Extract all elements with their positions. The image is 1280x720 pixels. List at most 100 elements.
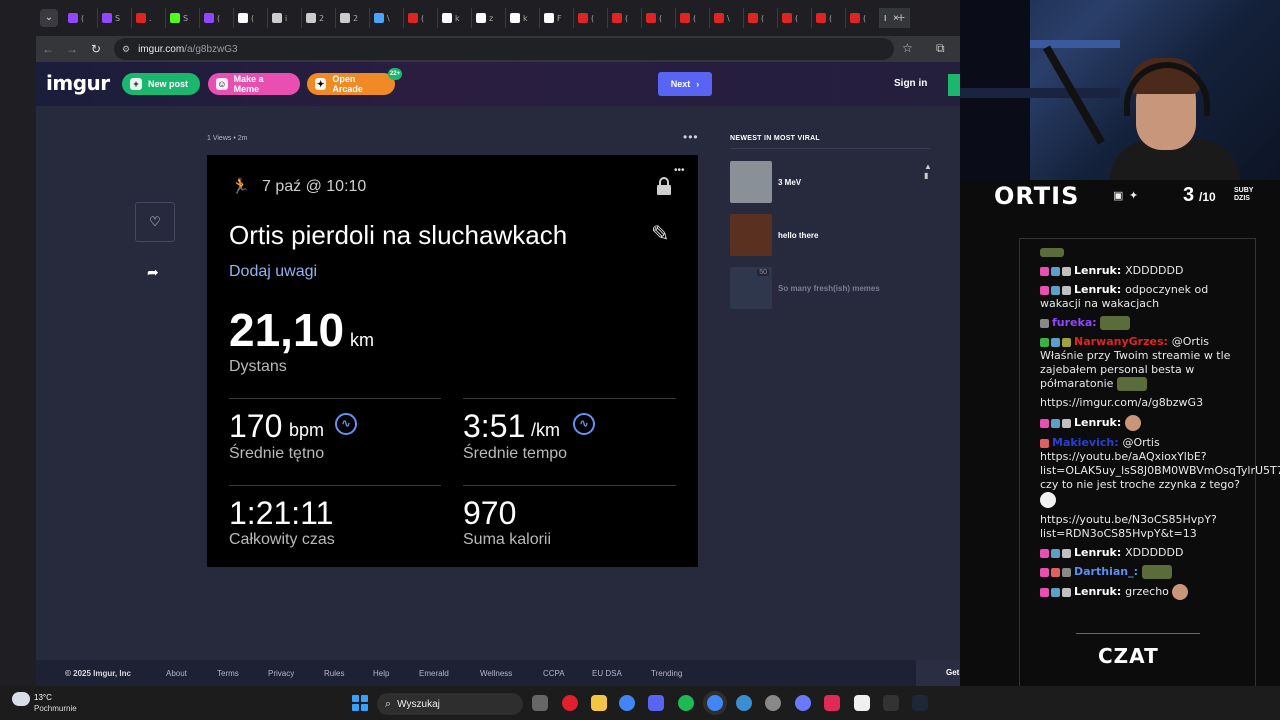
browser-tab[interactable]: ( — [608, 8, 642, 28]
tab-favicon — [646, 13, 656, 23]
browser-app-icon[interactable] — [736, 695, 752, 711]
chat-username[interactable]: Lenruk: — [1074, 546, 1125, 559]
make-meme-button[interactable]: ☺ Make a Meme — [208, 73, 300, 95]
app-icon[interactable] — [795, 695, 811, 711]
footer-link[interactable]: CCPA — [543, 669, 565, 678]
footer-link[interactable]: Terms — [217, 669, 239, 678]
heart-icon[interactable]: ♡ — [135, 202, 175, 242]
new-tab-button[interactable]: + — [897, 9, 905, 25]
footer-link[interactable]: EU DSA — [592, 669, 622, 678]
imgur-logo[interactable]: imgur — [46, 71, 110, 95]
divider — [229, 398, 441, 399]
bookmark-star-icon[interactable]: ☆ — [902, 41, 913, 55]
sign-in-link[interactable]: Sign in — [894, 78, 927, 89]
chat-username[interactable]: Lenruk: — [1074, 264, 1125, 277]
browser-tab[interactable]: k — [438, 8, 472, 28]
browser-tab[interactable]: \ — [370, 8, 404, 28]
obs-icon[interactable] — [765, 695, 781, 711]
browser-tab[interactable]: z — [472, 8, 506, 28]
opera-icon[interactable] — [562, 695, 578, 711]
browser-tab[interactable]: k — [506, 8, 540, 28]
browser-tab[interactable]: ( — [404, 8, 438, 28]
chat-badges — [1040, 548, 1071, 558]
folder-icon[interactable] — [591, 695, 607, 711]
reload-button[interactable]: ↻ — [84, 42, 108, 56]
site-info-icon[interactable]: ⚙ — [122, 44, 130, 55]
chat-username[interactable]: Darthian_: — [1074, 565, 1142, 578]
active-tab[interactable]: I × — [880, 8, 910, 28]
footer-copyright: © 2025 Imgur, Inc — [65, 669, 131, 678]
browser-tab[interactable]: S — [166, 8, 200, 28]
capcut-icon[interactable] — [854, 695, 870, 711]
browser-tab[interactable]: ( — [744, 8, 778, 28]
emote — [1125, 415, 1142, 431]
back-button[interactable]: ← — [36, 42, 60, 56]
browser-tab[interactable]: S — [98, 8, 132, 28]
chat-username[interactable]: Makievich: — [1052, 436, 1122, 449]
browser-tab[interactable]: \ — [710, 8, 744, 28]
tab-title: ( — [761, 13, 765, 23]
chat-message: fureka: — [1040, 316, 1247, 330]
browser-tab[interactable]: 2 — [336, 8, 370, 28]
forward-button[interactable]: → — [60, 42, 84, 56]
footer-link[interactable]: Emerald — [419, 669, 449, 678]
browser-tab-bar: ⌄ (S. S ((i 2 2 \ (k z k F ((((\ ((((I × + — [0, 0, 960, 36]
open-arcade-button[interactable]: ✦ Open Arcade — [307, 73, 395, 95]
browser-tab[interactable]: ( — [676, 8, 710, 28]
pulse-icon: ∿ — [335, 413, 357, 435]
tab-search-button[interactable]: ⌄ — [40, 9, 58, 27]
post-image[interactable]: 🏃 7 paź @ 10:10 ••• Ortis pierdoli na sl… — [207, 155, 698, 567]
footer-link[interactable]: Privacy — [268, 669, 294, 678]
discord-icon[interactable] — [648, 695, 664, 711]
chat-username[interactable]: NarwanyGrzes: — [1074, 335, 1172, 348]
taskbar-search[interactable]: ⌕ Wyszukaj — [377, 693, 523, 715]
extensions-icon[interactable]: ⧉ — [936, 41, 945, 56]
footer-link[interactable]: Wellness — [480, 669, 512, 678]
browser-tab[interactable]: ( — [812, 8, 846, 28]
chrome-icon[interactable] — [619, 695, 635, 711]
viral-item[interactable]: 50 So many fresh(ish) memes — [730, 266, 930, 310]
browser-tab[interactable]: ( — [846, 8, 880, 28]
address-bar[interactable]: ⚙ imgur.com/a/g8bzwG3 — [114, 38, 894, 60]
chat-username[interactable]: fureka: — [1052, 316, 1100, 329]
viral-item[interactable]: hello there — [730, 213, 930, 257]
tab-title: z — [489, 13, 494, 23]
post-options-icon[interactable]: ••• — [683, 130, 699, 144]
footer-link[interactable]: Help — [373, 669, 389, 678]
viral-item[interactable]: 3 MeV — [730, 160, 930, 204]
steam-icon[interactable] — [912, 695, 928, 711]
browser-tab[interactable]: ( — [200, 8, 234, 28]
tab-title: ( — [81, 13, 85, 23]
task-view-icon[interactable] — [532, 695, 548, 711]
browser-tab[interactable]: ( — [574, 8, 608, 28]
share-icon[interactable]: ➦ — [147, 264, 159, 281]
browser-tab[interactable]: ( — [64, 8, 98, 28]
cloud-icon[interactable] — [12, 692, 30, 706]
footer-link[interactable]: Rules — [324, 669, 344, 678]
emote — [1040, 492, 1056, 508]
next-post-button[interactable]: Next › — [658, 72, 712, 96]
get-app-link[interactable]: Get the App — [916, 660, 960, 703]
chat-username[interactable]: Lenruk: — [1074, 585, 1125, 598]
browser-tab[interactable]: ( — [778, 8, 812, 28]
browser-tab[interactable]: F — [540, 8, 574, 28]
gamepad-icon: ✦ — [315, 78, 327, 90]
browser-tab[interactable]: ( — [642, 8, 676, 28]
chat-username[interactable]: Lenruk: — [1074, 416, 1125, 429]
chrome-active-icon[interactable] — [707, 695, 723, 711]
spotify-icon[interactable] — [678, 695, 694, 711]
start-icon[interactable] — [352, 695, 368, 711]
footer-link[interactable]: About — [166, 669, 187, 678]
new-post-button[interactable]: + New post — [122, 73, 200, 95]
run-date: 7 paź @ 10:10 — [262, 178, 367, 195]
footer-link[interactable]: Trending — [651, 669, 682, 678]
chat-username[interactable]: Lenruk: — [1074, 283, 1125, 296]
sign-up-button[interactable] — [948, 74, 960, 96]
browser-tab[interactable]: . — [132, 8, 166, 28]
browser-tab[interactable]: 2 — [302, 8, 336, 28]
browser-tab[interactable]: ( — [234, 8, 268, 28]
browser-tab[interactable]: i — [268, 8, 302, 28]
pin-app-icon[interactable] — [824, 695, 840, 711]
epic-games-icon[interactable] — [883, 695, 899, 711]
badge-icon — [1051, 567, 1060, 577]
